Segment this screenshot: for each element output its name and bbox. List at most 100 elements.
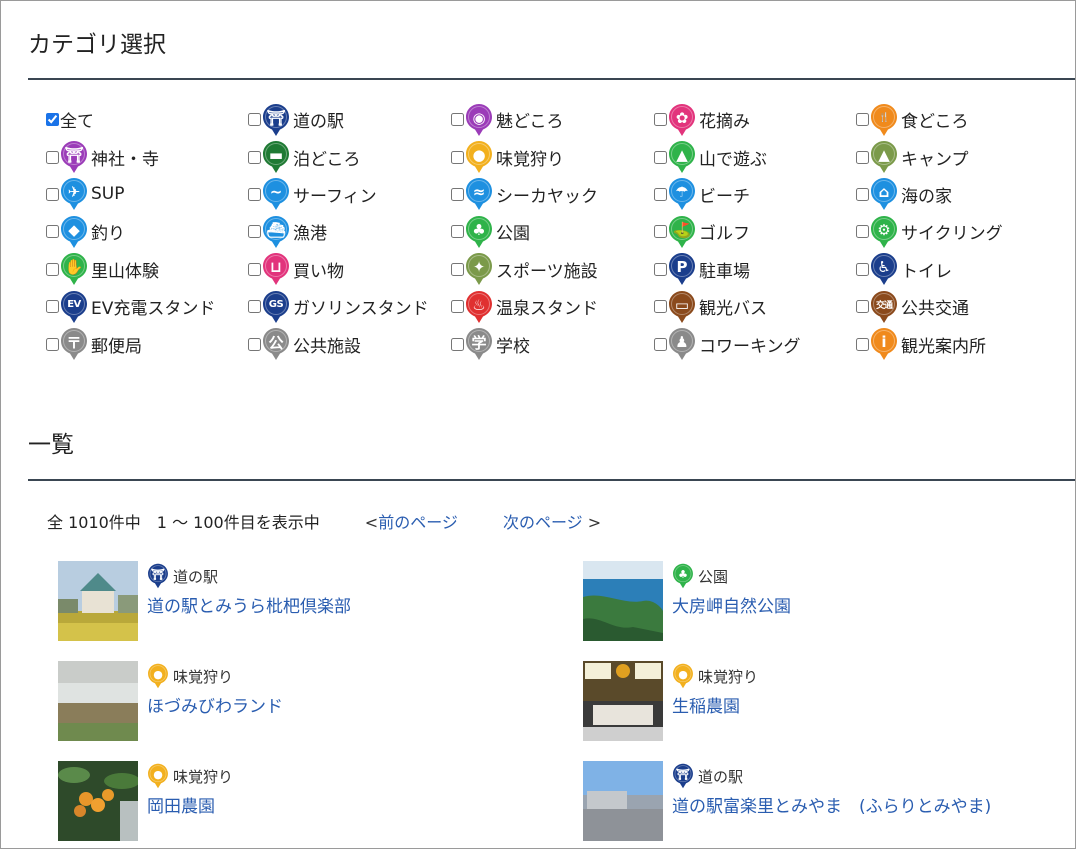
category-label: 神社・寺 <box>91 149 159 170</box>
bicycle-icon: ⚙ <box>870 215 898 249</box>
category-option[interactable]: ~ サーフィン <box>248 176 451 213</box>
category-option[interactable]: EV EV充電スタンド <box>46 288 248 325</box>
category-checkbox[interactable] <box>46 187 59 201</box>
category-checkbox[interactable] <box>856 187 869 201</box>
category-option[interactable]: ♟ コワーキング <box>654 325 856 362</box>
category-checkbox[interactable] <box>248 337 261 351</box>
category-option[interactable]: ☂ ビーチ <box>654 176 856 213</box>
category-checkbox[interactable] <box>654 225 667 239</box>
category-checkbox[interactable] <box>451 300 464 314</box>
category-checkbox[interactable] <box>46 150 59 164</box>
category-checkbox[interactable] <box>46 113 59 127</box>
category-option[interactable]: ⛩ 神社・寺 <box>46 138 248 175</box>
category-option[interactable]: ⛩ 道の駅 <box>248 101 451 138</box>
entry-category: ♣ 公園 <box>672 563 728 589</box>
category-checkbox[interactable] <box>451 262 464 276</box>
category-checkbox[interactable] <box>46 300 59 314</box>
category-checkbox[interactable] <box>451 337 464 351</box>
category-checkbox[interactable] <box>46 262 59 276</box>
category-option[interactable]: 全て <box>46 101 248 138</box>
category-option[interactable]: ▭ 観光バス <box>654 288 856 325</box>
category-checkbox[interactable] <box>46 337 59 351</box>
category-option[interactable]: 学学校 <box>451 325 654 362</box>
category-checkbox[interactable] <box>856 337 869 351</box>
category-option[interactable]: ♣ 公園 <box>451 213 654 250</box>
category-label: ビーチ <box>699 186 750 207</box>
eye-icon: ◉ <box>465 103 493 137</box>
category-checkbox[interactable] <box>654 300 667 314</box>
category-option[interactable]: ⚙ サイクリング <box>856 213 1056 250</box>
category-option[interactable]: ✈ SUP <box>46 176 248 213</box>
category-checkbox[interactable] <box>248 300 261 314</box>
category-option[interactable]: ● 味覚狩り <box>451 138 654 175</box>
category-option[interactable]: ⛳ ゴルフ <box>654 213 856 250</box>
category-label: シーカヤック <box>496 186 598 207</box>
category-option[interactable]: ▲ キャンプ <box>856 138 1056 175</box>
category-option[interactable]: ▬ 泊どころ <box>248 138 451 175</box>
entry-title-link[interactable]: 生稲農園 <box>672 692 740 717</box>
category-checkbox[interactable] <box>856 113 869 127</box>
category-option[interactable]: ⌂ 海の家 <box>856 176 1056 213</box>
category-checkbox[interactable] <box>248 225 261 239</box>
category-checkbox[interactable] <box>856 225 869 239</box>
category-option[interactable]: ✦ スポーツ施設 <box>451 251 654 288</box>
category-option[interactable]: ✿ 花摘み <box>654 101 856 138</box>
category-option[interactable]: ≈ シーカヤック <box>451 176 654 213</box>
house-icon: ⌂ <box>870 177 898 211</box>
category-option[interactable]: ⊔ 買い物 <box>248 251 451 288</box>
category-label: 道の駅 <box>293 112 344 133</box>
category-option[interactable]: ♿ トイレ <box>856 251 1056 288</box>
category-option[interactable]: 交通 公共交通 <box>856 288 1056 325</box>
category-checkbox[interactable] <box>248 262 261 276</box>
category-checkbox[interactable] <box>248 150 261 164</box>
category-option[interactable]: GS ガソリンスタンド <box>248 288 451 325</box>
thumbnail-image[interactable] <box>58 661 138 741</box>
parking-icon: P <box>668 252 696 286</box>
prev-page-link[interactable]: 前のページ <box>378 513 458 532</box>
category-option[interactable]: ⛴ 漁港 <box>248 213 451 250</box>
category-option[interactable]: ♨ 温泉スタンド <box>451 288 654 325</box>
entry-title-link[interactable]: 岡田農園 <box>147 792 215 817</box>
category-checkbox[interactable] <box>451 225 464 239</box>
category-checkbox[interactable] <box>856 150 869 164</box>
category-option[interactable]: 🍴 食どころ <box>856 101 1056 138</box>
thumbnail-image[interactable] <box>58 561 138 641</box>
entry-category-label: 公園 <box>698 567 729 586</box>
category-label: 釣り <box>91 224 125 245</box>
category-option[interactable]: ✋ 里山体験 <box>46 251 248 288</box>
category-option[interactable]: i 観光案内所 <box>856 325 1056 362</box>
category-checkbox[interactable] <box>654 262 667 276</box>
category-checkbox[interactable] <box>46 225 59 239</box>
category-label: 全て <box>60 112 94 133</box>
category-option[interactable]: 公公共施設 <box>248 325 451 362</box>
category-checkbox[interactable] <box>654 113 667 127</box>
category-label: 山で遊ぶ <box>699 149 767 170</box>
category-checkbox[interactable] <box>248 113 261 127</box>
category-option[interactable]: ▲ 山で遊ぶ <box>654 138 856 175</box>
category-option[interactable]: ◉ 魅どころ <box>451 101 654 138</box>
category-checkbox[interactable] <box>654 187 667 201</box>
category-checkbox[interactable] <box>248 187 261 201</box>
kayak-icon: ≈ <box>465 177 493 211</box>
entry-title-link[interactable]: 大房岬自然公園 <box>672 592 791 617</box>
category-checkbox[interactable] <box>654 337 667 351</box>
category-option[interactable]: P 駐車場 <box>654 251 856 288</box>
category-checkbox[interactable] <box>856 262 869 276</box>
thumbnail-image[interactable] <box>58 761 138 841</box>
thumbnail-image[interactable] <box>583 561 663 641</box>
thumbnail-image[interactable] <box>583 661 663 741</box>
gas-station-icon: GS <box>262 290 290 324</box>
category-checkbox[interactable] <box>451 113 464 127</box>
thumbnail-image[interactable] <box>583 761 663 841</box>
next-page-link[interactable]: 次のページ <box>503 513 583 532</box>
entry-title-link[interactable]: 道の駅富楽里とみやま (ふらりとみやま) <box>672 792 991 817</box>
entry-title-link[interactable]: ほづみびわランド <box>147 692 283 717</box>
category-option[interactable]: 〒郵便局 <box>46 325 248 362</box>
category-checkbox[interactable] <box>451 150 464 164</box>
entry-title-link[interactable]: 道の駅とみうら枇杷倶楽部 <box>147 592 351 617</box>
category-checkbox[interactable] <box>654 150 667 164</box>
category-checkbox[interactable] <box>856 300 869 314</box>
category-option[interactable]: ◆ 釣り <box>46 213 248 250</box>
ship-icon: ⛴ <box>262 215 290 249</box>
category-checkbox[interactable] <box>451 187 464 201</box>
